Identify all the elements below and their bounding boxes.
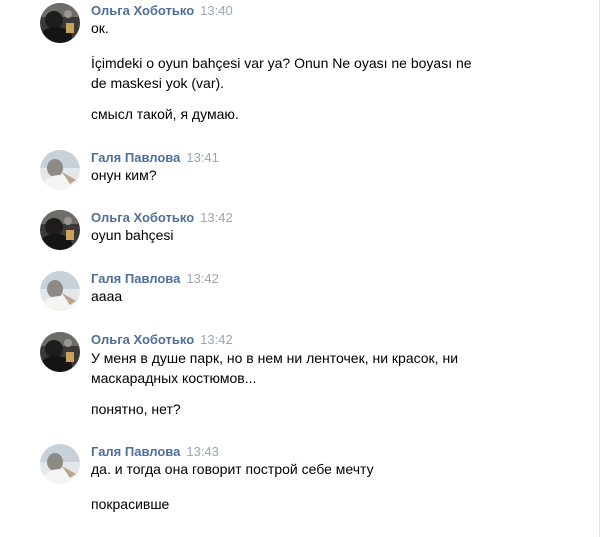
message-text: маскарадных костюмов... — [91, 370, 257, 386]
avatar[interactable] — [40, 3, 80, 43]
message-time[interactable]: 13:40 — [200, 3, 233, 18]
message-header: Галя Павлова 13:43 — [91, 444, 219, 460]
message-time[interactable]: 13:42 — [186, 271, 219, 286]
author-name[interactable]: Ольга Хоботько — [91, 210, 194, 225]
message-text: смысл такой, я думаю. — [91, 106, 239, 122]
message-text: İçimdeki o oyun bahçesi var ya? Onun Ne … — [91, 55, 472, 71]
message-header: Галя Павлова 13:41 — [91, 150, 219, 166]
message-text: покрасивше — [91, 496, 170, 512]
message-text: понятно, нет? — [91, 401, 181, 417]
message-time[interactable]: 13:43 — [186, 444, 219, 459]
message-text: de maskesi yok (var). — [91, 75, 225, 91]
message-text: У меня в душе парк, но в нем ни ленточек… — [91, 350, 459, 366]
message-header: Ольга Хоботько 13:42 — [91, 332, 233, 348]
avatar[interactable] — [40, 210, 80, 250]
message-time[interactable]: 13:41 — [186, 150, 219, 165]
author-name[interactable]: Галя Павлова — [91, 444, 180, 459]
light-portrait-avatar-icon — [40, 271, 80, 311]
dark-portrait-avatar-icon — [40, 3, 80, 43]
light-portrait-avatar-icon — [40, 150, 80, 190]
message-text: ок. — [91, 20, 109, 36]
author-name[interactable]: Ольга Хоботько — [91, 332, 194, 347]
message-header: Ольга Хоботько 13:40 — [91, 3, 233, 19]
message-text: аааа — [91, 288, 123, 304]
message-header: Ольга Хоботько 13:42 — [91, 210, 233, 226]
dark-portrait-avatar-icon — [40, 332, 80, 372]
avatar[interactable] — [40, 332, 80, 372]
author-name[interactable]: Ольга Хоботько — [91, 3, 194, 18]
light-portrait-avatar-icon — [40, 444, 80, 484]
avatar[interactable] — [40, 271, 80, 311]
author-name[interactable]: Галя Павлова — [91, 271, 180, 286]
message-text: да. и тогда она говорит построй себе меч… — [91, 461, 374, 477]
author-name[interactable]: Галя Павлова — [91, 150, 180, 165]
chat-history: Ольга Хоботько 13:40 ок. İçimdeki o oyun … — [0, 0, 600, 537]
dark-portrait-avatar-icon — [40, 210, 80, 250]
message-time[interactable]: 13:42 — [200, 210, 233, 225]
avatar[interactable] — [40, 444, 80, 484]
message-header: Галя Павлова 13:42 — [91, 271, 219, 287]
avatar[interactable] — [40, 150, 80, 190]
message-time[interactable]: 13:42 — [200, 332, 233, 347]
message-text: онун ким? — [91, 167, 157, 183]
panel-border — [599, 0, 606, 537]
message-text: oyun bahçesi — [91, 227, 174, 243]
